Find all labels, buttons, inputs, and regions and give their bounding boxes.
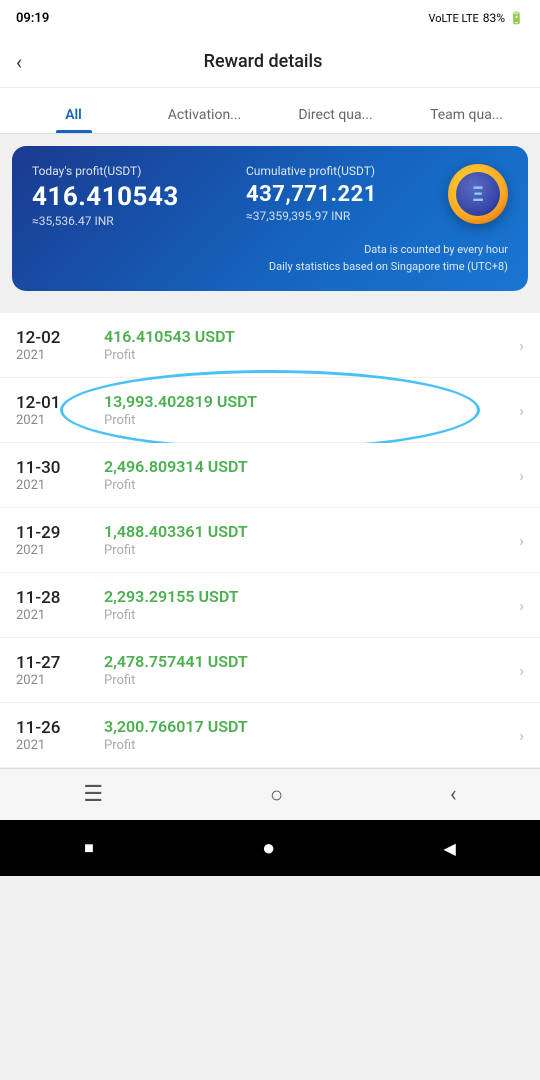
tabs-bar: All Activation... Direct qua... Team qua…: [0, 88, 540, 134]
item-date-block: 12-01 2021: [16, 393, 96, 428]
item-type: Profit: [104, 738, 511, 753]
status-signal: VoLTE LTE: [428, 12, 478, 25]
item-date-block: 12-02 2021: [16, 328, 96, 363]
item-date: 11-27: [16, 653, 96, 673]
nav-home-button[interactable]: ○: [270, 782, 283, 808]
list-item[interactable]: 12-02 2021 416.410543 USDT Profit ›: [0, 313, 540, 378]
item-date: 11-28: [16, 588, 96, 608]
item-amount-block: 416.410543 USDT Profit: [96, 327, 511, 363]
eth-symbol: Ξ: [472, 182, 483, 206]
item-year: 2021: [16, 543, 96, 558]
item-amount-block: 1,488.403361 USDT Profit: [96, 522, 511, 558]
chevron-right-icon: ›: [519, 401, 524, 420]
item-date: 11-26: [16, 718, 96, 738]
android-back-button[interactable]: ◀: [444, 839, 456, 858]
chevron-right-icon: ›: [519, 466, 524, 485]
today-profit-label: Today's profit(USDT): [32, 164, 234, 178]
chevron-right-icon: ›: [519, 661, 524, 680]
status-right: VoLTE LTE 83% 🔋: [428, 11, 524, 25]
list-item[interactable]: 11-26 2021 3,200.766017 USDT Profit ›: [0, 703, 540, 768]
tab-team[interactable]: Team qua...: [401, 97, 532, 133]
list-item[interactable]: 11-29 2021 1,488.403361 USDT Profit ›: [0, 508, 540, 573]
chevron-right-icon: ›: [519, 336, 524, 355]
back-button[interactable]: ‹: [16, 50, 22, 74]
list-item[interactable]: 11-28 2021 2,293.29155 USDT Profit ›: [0, 573, 540, 638]
profit-note-2: Daily statistics based on Singapore time…: [32, 259, 508, 276]
cumulative-profit-section: Cumulative profit(USDT) 437,771.221 ≈37,…: [246, 164, 448, 223]
item-type: Profit: [104, 348, 511, 363]
profit-note-1: Data is counted by every hour: [32, 242, 508, 259]
coin-icon: Ξ: [448, 164, 508, 224]
status-battery: 83%: [483, 11, 505, 25]
status-bar: 09:19 VoLTE LTE 83% 🔋: [0, 0, 540, 36]
item-amount: 3,200.766017 USDT: [104, 717, 511, 736]
item-amount-block: 3,200.766017 USDT Profit: [96, 717, 511, 753]
item-date-block: 11-26 2021: [16, 718, 96, 753]
cumulative-profit-value: 437,771.221: [246, 182, 448, 207]
tab-direct[interactable]: Direct qua...: [270, 97, 401, 133]
item-amount: 13,993.402819 USDT: [104, 392, 511, 411]
list-item[interactable]: 11-30 2021 2,496.809314 USDT Profit ›: [0, 443, 540, 508]
item-amount: 1,488.403361 USDT: [104, 522, 511, 541]
profit-note: Data is counted by every hour Daily stat…: [32, 242, 508, 275]
tab-all[interactable]: All: [8, 97, 139, 133]
item-year: 2021: [16, 478, 96, 493]
item-amount-block: 2,496.809314 USDT Profit: [96, 457, 511, 493]
chevron-right-icon: ›: [519, 726, 524, 745]
nav-back-button[interactable]: ‹: [450, 782, 457, 807]
item-date: 12-01: [16, 393, 96, 413]
item-date-block: 11-30 2021: [16, 458, 96, 493]
header: ‹ Reward details: [0, 36, 540, 88]
item-year: 2021: [16, 738, 96, 753]
item-type: Profit: [104, 413, 511, 428]
android-nav-bar: ■ ● ◀: [0, 820, 540, 876]
item-type: Profit: [104, 608, 511, 623]
list-item[interactable]: 11-27 2021 2,478.757441 USDT Profit ›: [0, 638, 540, 703]
item-date-block: 11-27 2021: [16, 653, 96, 688]
divider: [0, 303, 540, 313]
cumulative-profit-label: Cumulative profit(USDT): [246, 164, 448, 178]
page-title: Reward details: [34, 51, 492, 72]
item-amount-block: 2,478.757441 USDT Profit: [96, 652, 511, 688]
today-profit-value: 416.410543: [32, 182, 234, 212]
profit-card: Today's profit(USDT) 416.410543 ≈35,536.…: [12, 146, 528, 291]
item-amount: 416.410543 USDT: [104, 327, 511, 346]
item-amount: 2,478.757441 USDT: [104, 652, 511, 671]
item-year: 2021: [16, 673, 96, 688]
status-time: 09:19: [16, 11, 49, 26]
item-date-block: 11-29 2021: [16, 523, 96, 558]
battery-icon: 🔋: [509, 11, 524, 25]
rewards-list: 12-02 2021 416.410543 USDT Profit › 12-0…: [0, 313, 540, 768]
item-amount: 2,293.29155 USDT: [104, 587, 511, 606]
item-amount: 2,496.809314 USDT: [104, 457, 511, 476]
nav-menu-button[interactable]: ☰: [83, 782, 103, 807]
today-profit-section: Today's profit(USDT) 416.410543 ≈35,536.…: [32, 164, 234, 228]
item-type: Profit: [104, 543, 511, 558]
item-date-block: 11-28 2021: [16, 588, 96, 623]
item-amount-block: 13,993.402819 USDT Profit: [96, 392, 511, 428]
item-date: 12-02: [16, 328, 96, 348]
chevron-right-icon: ›: [519, 531, 524, 550]
android-home-button[interactable]: ●: [262, 835, 275, 861]
item-type: Profit: [104, 478, 511, 493]
chevron-right-icon: ›: [519, 596, 524, 615]
nav-bar: ☰ ○ ‹: [0, 768, 540, 820]
item-date: 11-29: [16, 523, 96, 543]
item-type: Profit: [104, 673, 511, 688]
item-year: 2021: [16, 413, 96, 428]
item-date: 11-30: [16, 458, 96, 478]
list-item[interactable]: 12-01 2021 13,993.402819 USDT Profit ›: [0, 378, 540, 443]
today-profit-inr: ≈35,536.47 INR: [32, 214, 234, 228]
item-year: 2021: [16, 348, 96, 363]
android-square-button[interactable]: ■: [84, 838, 94, 858]
cumulative-profit-inr: ≈37,359,395.97 INR: [246, 209, 448, 223]
tab-activation[interactable]: Activation...: [139, 97, 270, 133]
item-year: 2021: [16, 608, 96, 623]
item-amount-block: 2,293.29155 USDT Profit: [96, 587, 511, 623]
